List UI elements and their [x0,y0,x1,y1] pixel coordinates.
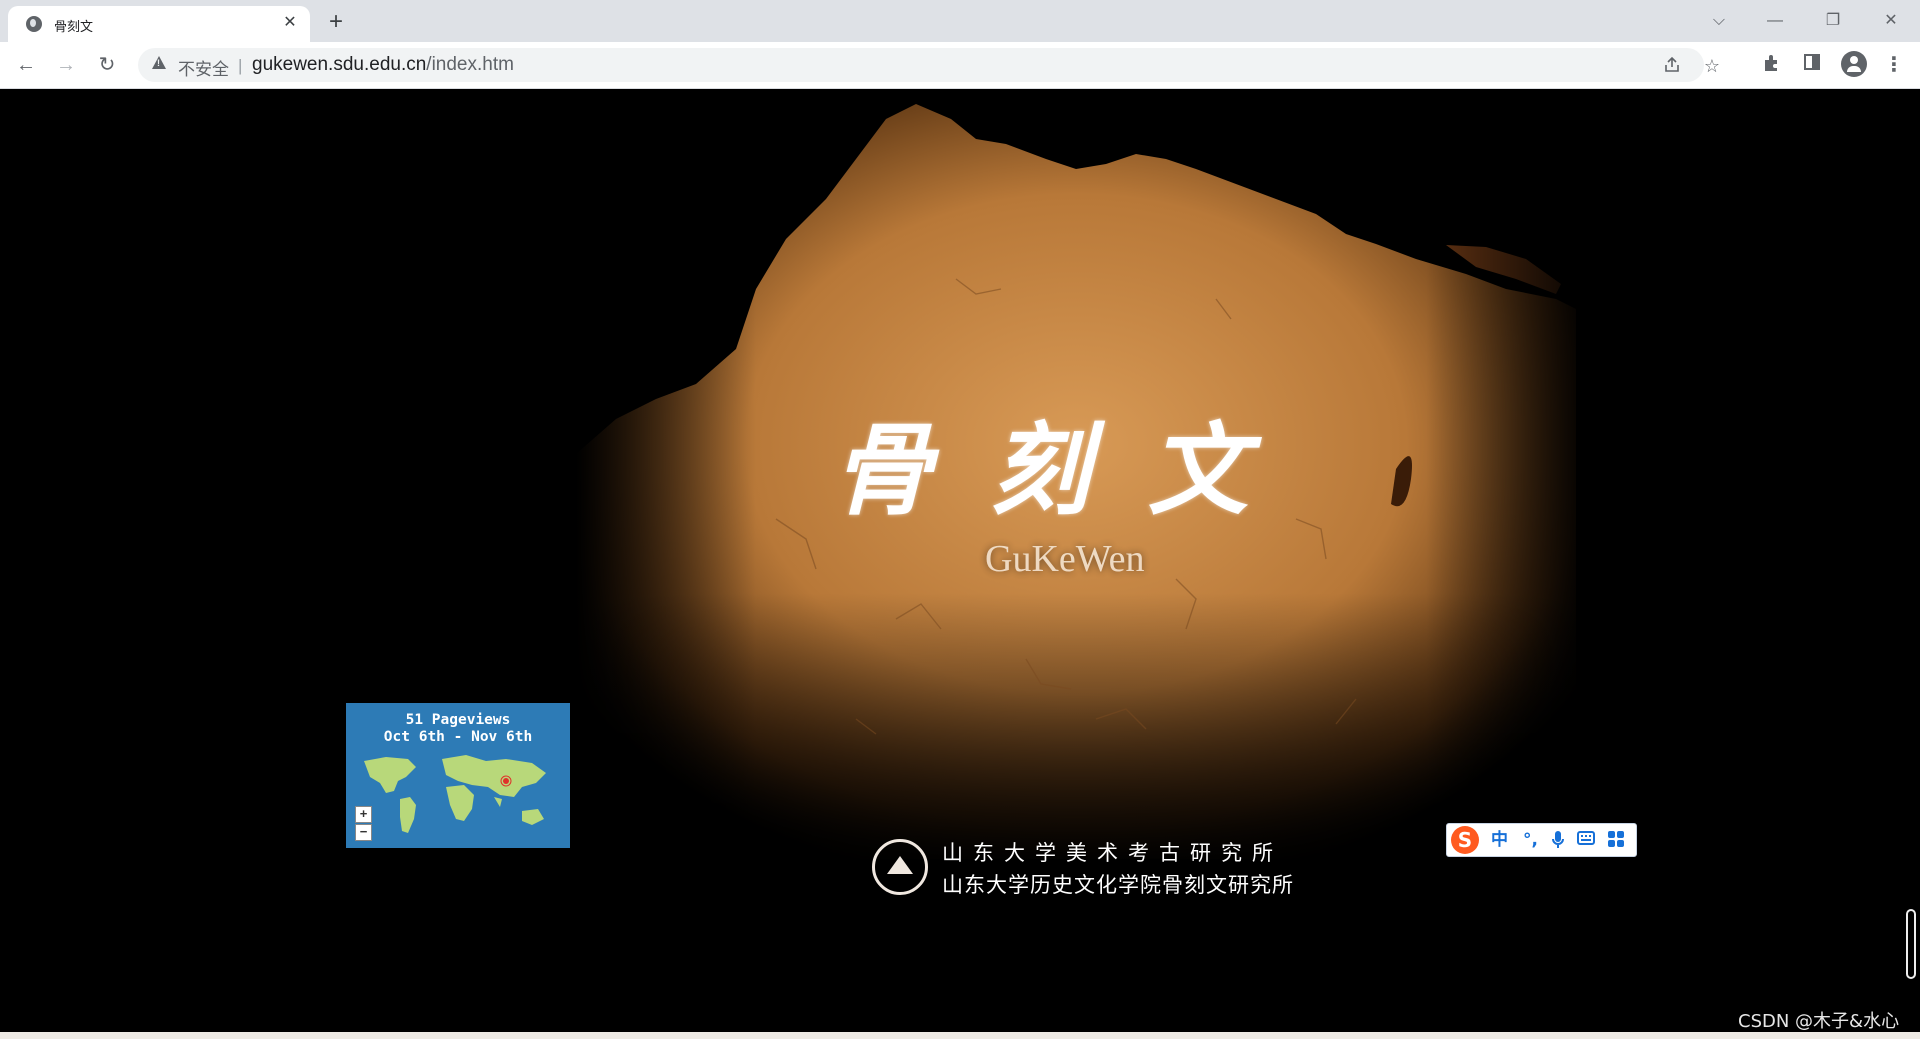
tab-strip: 骨刻文 ✕ + ⌵ — ❐ ✕ [0,0,1920,42]
side-panel-icon[interactable] [1800,53,1824,77]
restore-button[interactable]: ❐ [1810,6,1856,36]
site-subtitle: GuKeWen [985,538,1145,580]
security-label[interactable]: 不安全 [178,55,229,80]
world-map[interactable] [346,747,570,848]
keyboard-icon[interactable] [1577,830,1595,850]
institute-name-primary: 山东大学美术考古研究所 [942,841,1283,865]
minimize-button[interactable]: — [1752,6,1798,36]
bookmark-star-icon[interactable]: ☆ [1702,56,1722,76]
microphone-icon[interactable] [1551,830,1565,850]
tab-close-button[interactable]: ✕ [280,13,300,33]
browser-toolbar: ← → ↻ 不安全 | gukewen.sdu.edu.cn/index.htm… [0,42,1920,89]
reload-button[interactable]: ↻ [93,51,121,79]
tab-search-button[interactable]: ⌵ [1696,6,1742,36]
back-button[interactable]: ← [12,51,40,79]
ime-mode-toggle[interactable]: 中 [1491,830,1508,850]
url-path: /index.htm [426,54,514,75]
forward-button[interactable]: → [52,51,80,79]
pageviews-count: 51 Pageviews [405,712,511,728]
university-seal-icon [872,839,928,895]
menu-icon[interactable]: ⋮ [1882,53,1906,77]
share-icon[interactable] [1662,56,1682,76]
ime-punctuation-toggle[interactable]: °, [1523,830,1538,850]
tab-title: 骨刻文 [54,20,94,35]
sogou-logo-icon[interactable]: S [1451,826,1479,854]
floating-scroll-widget[interactable] [1906,909,1916,979]
taskbar-edge [0,1032,1920,1039]
close-window-button[interactable]: ✕ [1868,6,1914,36]
map-zoom-out-button[interactable]: − [355,824,372,841]
ime-toolbar[interactable]: S 中 °, [1446,823,1637,857]
map-zoom-in-button[interactable]: + [355,806,372,823]
browser-tab[interactable]: 骨刻文 ✕ [8,6,310,42]
new-tab-button[interactable]: + [322,9,350,37]
toolbox-icon[interactable] [1607,830,1625,850]
address-bar[interactable]: 不安全 | gukewen.sdu.edu.cn/index.htm ☆ [138,48,1720,82]
site-title-calligraphy: 骨刻文 [832,411,1306,529]
address-separator: | [238,56,243,75]
visitor-map-widget[interactable]: 51 Pageviews Oct 6th - Nov 6th + − [346,703,570,848]
warning-icon[interactable] [152,56,166,69]
pageviews-date-range: Oct 6th - Nov 6th [383,729,533,745]
globe-icon [26,16,42,32]
url-text[interactable]: gukewen.sdu.edu.cn/index.htm [252,54,514,76]
csdn-watermark: CSDN @木子&水心 [1738,1011,1900,1032]
url-host: gukewen.sdu.edu.cn [252,54,427,75]
extensions-icon[interactable] [1760,53,1784,77]
profile-icon[interactable] [1841,51,1867,77]
institute-name-secondary: 山东大学历史文化学院骨刻文研究所 [942,873,1294,897]
page-content: 骨刻文 GuKeWen 山东大学美术考古研究所 山东大学历史文化学院骨刻文研究所… [0,89,1920,1039]
